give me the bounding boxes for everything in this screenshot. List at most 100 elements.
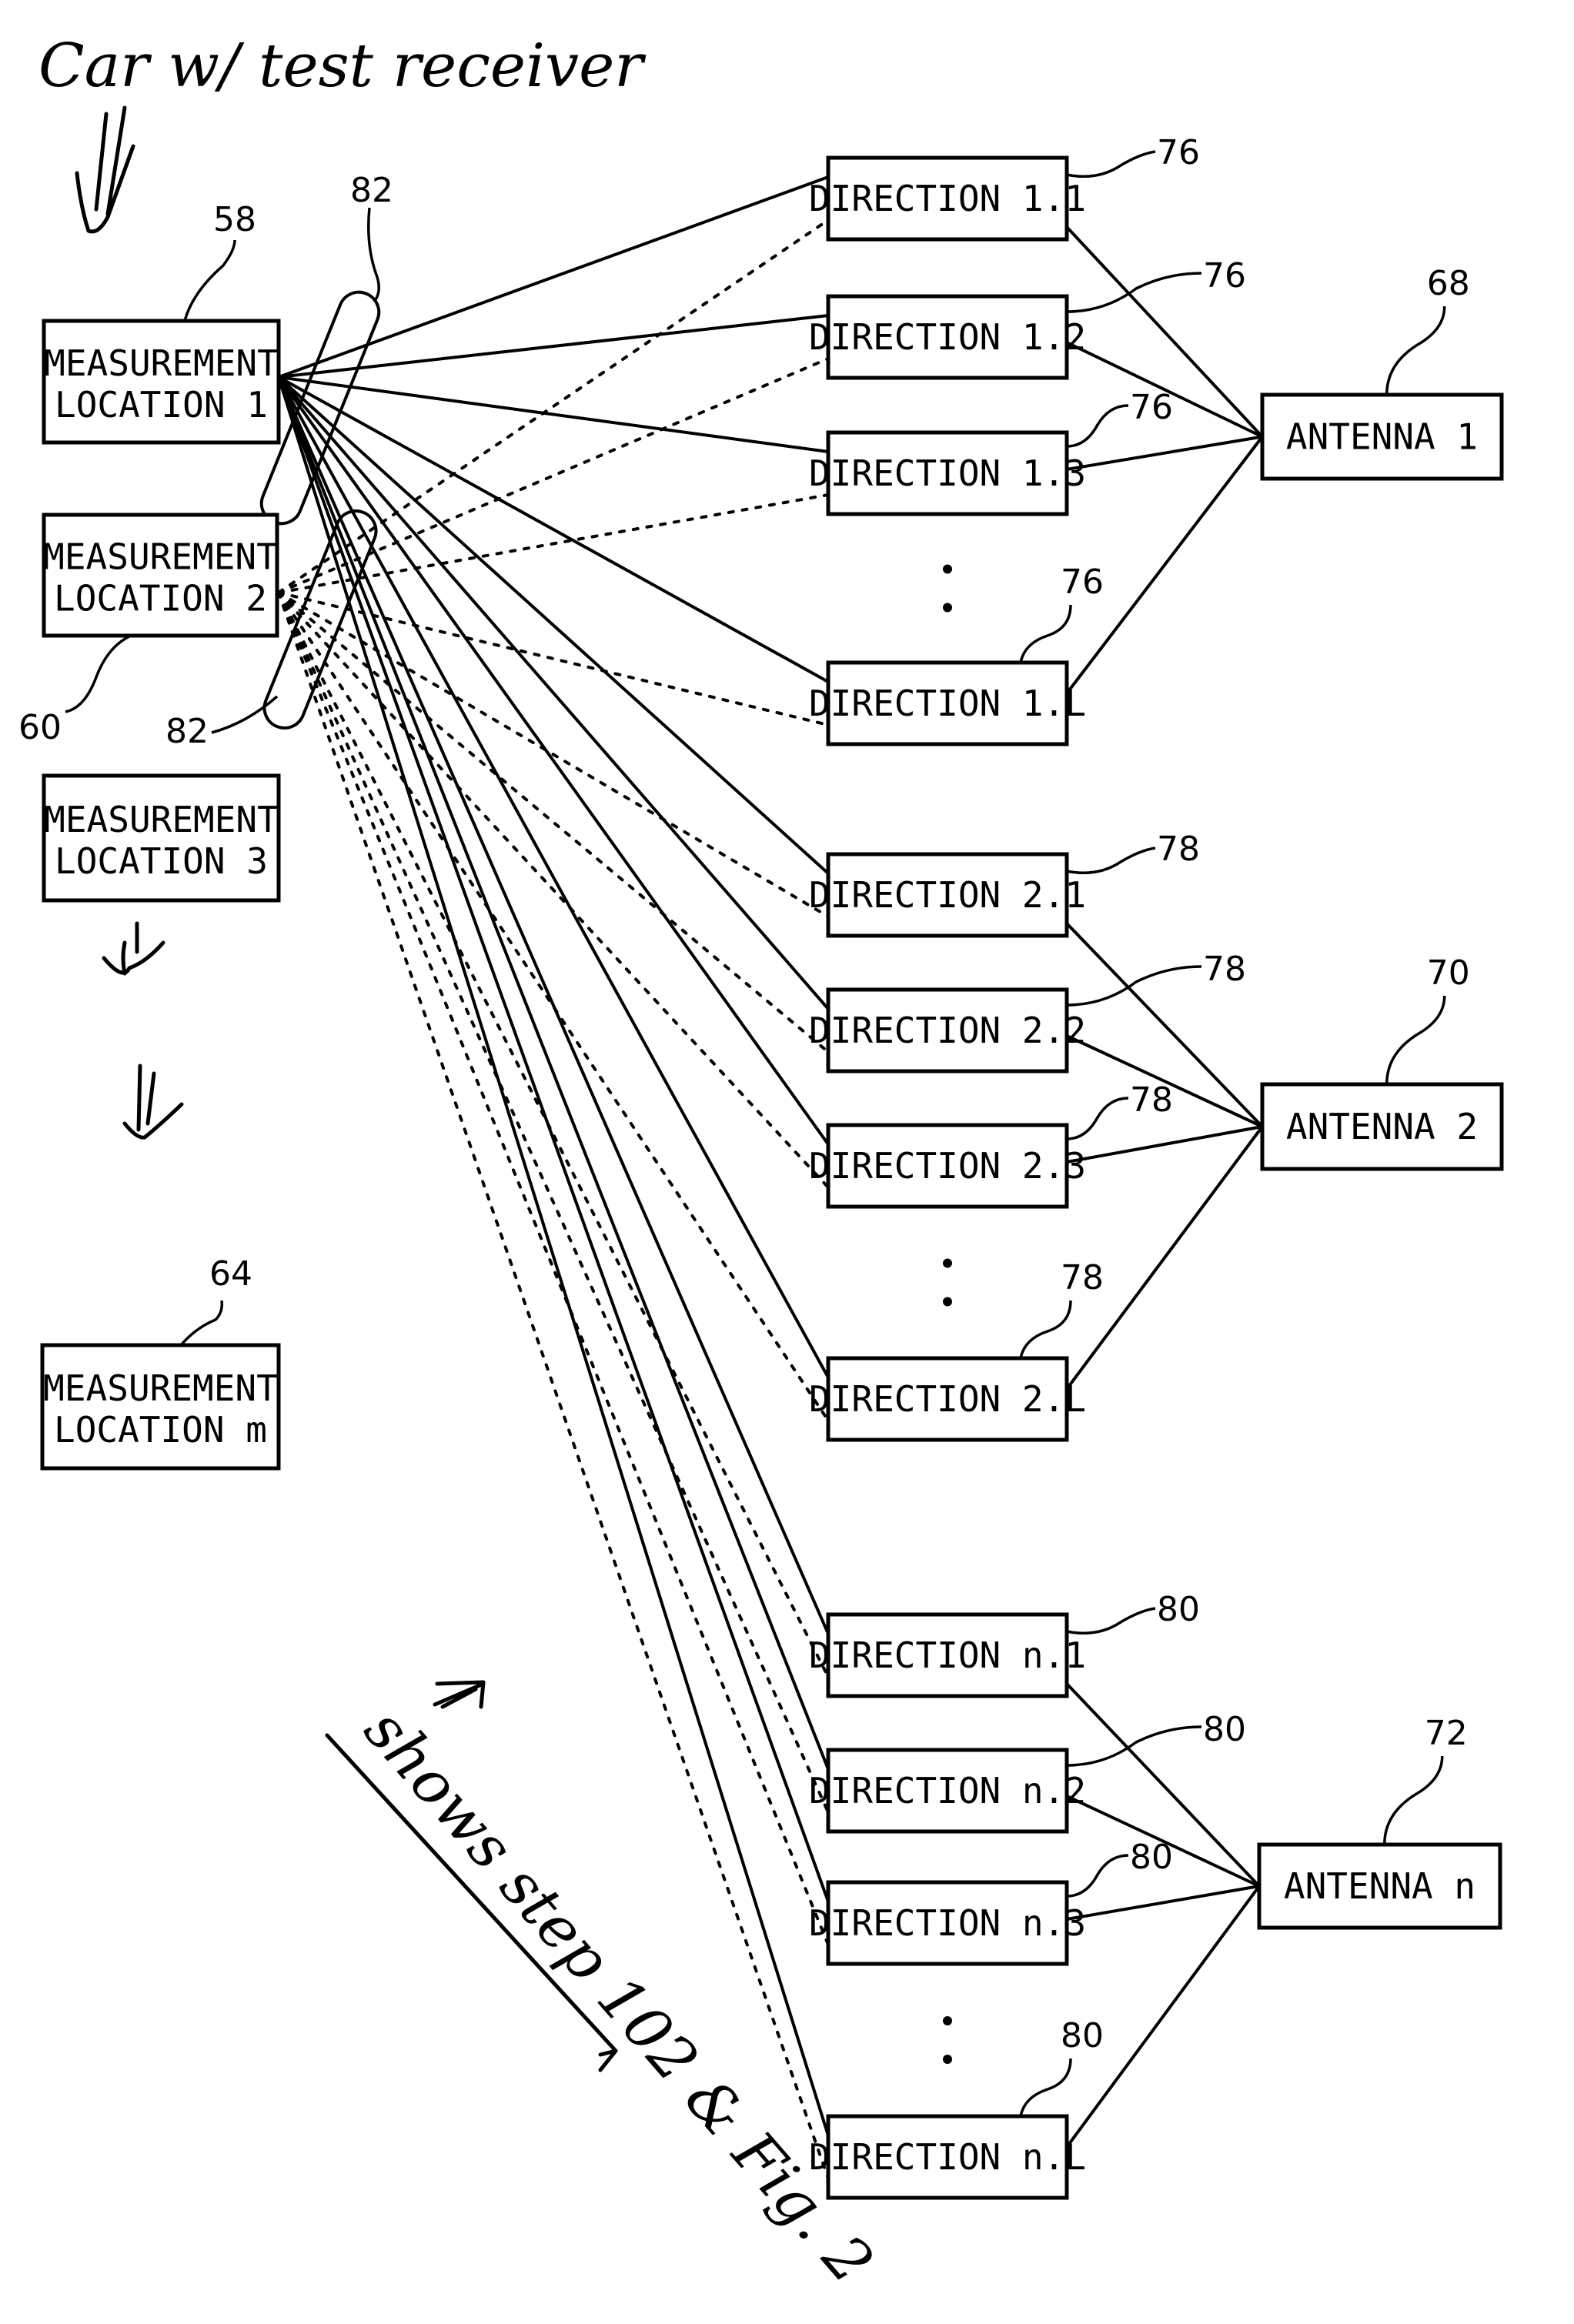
direction-to-antenna-line (1066, 435, 1263, 471)
down-arrow-icon (75, 105, 135, 234)
reference-numeral: 64 (209, 1254, 252, 1294)
reference-numeral: 80 (1203, 1710, 1246, 1749)
ellipsis-dot (943, 603, 952, 613)
antenna-group-1: DIRECTION 1.176DIRECTION 1.276DIRECTION … (809, 133, 1504, 746)
antenna-label: ANTENNA 2 (1286, 1106, 1478, 1147)
direction-label: DIRECTION n.L (809, 2136, 1086, 2178)
ellipsis-dot (943, 564, 952, 574)
reference-numeral: 60 (18, 708, 62, 747)
top-note: Car w/ test receiver (38, 32, 647, 101)
direction-label: DIRECTION 2.1 (809, 874, 1086, 916)
direction-to-antenna-line (1066, 1125, 1263, 1164)
dotted-link-loc2-to-direction (277, 493, 830, 594)
reference-numeral: 80 (1130, 1838, 1173, 1877)
dotted-link-loc2-to-direction (277, 591, 830, 1053)
location-label-line2: LOCATION 1 (55, 384, 268, 426)
location-label-line1: MEASUREMENT (43, 536, 278, 578)
direction-node: DIRECTION n.3 80 (809, 1838, 1173, 1966)
leader-line (1383, 1755, 1444, 1845)
leader-line (183, 239, 236, 322)
reference-numeral: 78 (1130, 1080, 1173, 1120)
reference-numeral: 72 (1425, 1714, 1468, 1753)
direction-label: DIRECTION n.2 (809, 1770, 1086, 1811)
ref-82-bottom: 82 (165, 712, 209, 751)
leader-line (1066, 272, 1202, 313)
leader-line (65, 634, 132, 713)
leader-line (211, 695, 279, 734)
leader-line (1066, 1725, 1202, 1767)
diagram-canvas: Car w/ test receiver shows step 102 & Fi… (18, 32, 1504, 2297)
reference-numeral: 80 (1061, 2016, 1104, 2055)
direction-node: DIRECTION n.1 80 (809, 1590, 1200, 1698)
direction-label: DIRECTION 2.L (809, 1378, 1086, 1420)
location-label-line2: LOCATION 3 (55, 840, 268, 882)
antenna-label: ANTENNA n (1284, 1865, 1475, 1907)
direction-node: DIRECTION 2.2 78 (809, 950, 1246, 1074)
reference-numeral: 76 (1130, 388, 1173, 427)
location-label-line2: LOCATION 2 (54, 578, 267, 619)
direction-label: DIRECTION 1.L (809, 683, 1086, 724)
leader-line (1066, 404, 1129, 448)
location-label-line1: MEASUREMENT (44, 799, 279, 840)
direction-node: DIRECTION n.L 80 (809, 2016, 1104, 2200)
location-label-line2: LOCATION m (54, 1409, 267, 1451)
dotted-link-loc2-to-direction (277, 591, 830, 1814)
reference-numeral: 76 (1203, 256, 1246, 296)
ref-82-top: 82 (350, 171, 393, 210)
reference-numeral: 80 (1157, 1590, 1200, 1629)
location-label-line1: MEASUREMENT (44, 342, 279, 384)
antenna-node: ANTENNA 1 68 (1260, 264, 1504, 481)
antenna-node: ANTENNA n 72 (1257, 1714, 1502, 1930)
leader-line (1019, 604, 1072, 663)
direction-label: DIRECTION 1.1 (809, 178, 1086, 219)
solid-link-loc1-to-direction (277, 376, 830, 1010)
antenna-group-2: DIRECTION 2.178DIRECTION 2.278DIRECTION … (809, 830, 1504, 1442)
direction-node: DIRECTION 1.L 76 (809, 563, 1104, 746)
dotted-link-loc2-to-direction (277, 357, 830, 594)
reference-numeral: 58 (213, 200, 256, 239)
direction-node: DIRECTION 2.3 78 (809, 1080, 1173, 1209)
antenna-node: ANTENNA 2 70 (1260, 953, 1504, 1171)
direction-node: DIRECTION 1.2 76 (809, 256, 1246, 380)
solid-link-loc1-to-direction (277, 376, 830, 1770)
leader-line (1385, 306, 1446, 396)
dotted-link-loc2-to-direction (277, 591, 830, 726)
leader-line (1019, 1300, 1072, 1359)
direction-node: DIRECTION n.2 80 (809, 1710, 1246, 1834)
down-arrow-icon (102, 921, 165, 976)
direction-label: DIRECTION 2.2 (809, 1010, 1086, 1051)
location-label-line1: MEASUREMENT (43, 1367, 278, 1409)
leader-line (1066, 1097, 1129, 1140)
solid-link-loc1-to-direction (278, 376, 829, 453)
reference-numeral: 78 (1157, 830, 1200, 869)
measurement-location-2: MEASUREMENTLOCATION 2 60 (18, 513, 279, 747)
leader-line (1066, 150, 1156, 178)
leader-line (1066, 965, 1202, 1007)
ellipsis-dot (943, 1297, 952, 1307)
ellipsis-dot (943, 1258, 952, 1268)
direction-node: DIRECTION 2.1 78 (809, 830, 1200, 938)
reference-numeral: 78 (1061, 1258, 1104, 1297)
measurement-location-3: MEASUREMENTLOCATION 3 (42, 773, 281, 903)
leader-line (1066, 846, 1156, 874)
up-arrow-icon (433, 1680, 486, 1709)
direction-node: DIRECTION 1.3 76 (809, 388, 1173, 516)
ellipsis-dot (943, 2016, 952, 2025)
direction-label: DIRECTION n.1 (809, 1634, 1086, 1676)
measurement-location-1: MEASUREMENTLOCATION 1 58 (42, 200, 281, 445)
direction-node: DIRECTION 2.L 78 (809, 1258, 1104, 1442)
leader-line (367, 207, 380, 303)
measurement-location-4: MEASUREMENTLOCATION m 64 (40, 1254, 281, 1471)
direction-label: DIRECTION n.3 (809, 1902, 1086, 1944)
leader-line (1019, 2058, 1072, 2117)
solid-link-loc1-to-direction (277, 376, 830, 1634)
ellipsis-dot (943, 2055, 952, 2064)
down-arrow-icon (122, 1063, 184, 1140)
solid-link-loc1-to-direction (277, 376, 830, 1146)
grouping-loops-82: 82 82 (165, 171, 393, 751)
reference-numeral: 76 (1157, 133, 1200, 172)
solid-link-loc1-to-direction (277, 376, 830, 1902)
reference-numeral: 70 (1427, 953, 1470, 993)
reference-numeral: 78 (1203, 950, 1246, 989)
leader-line (1066, 1854, 1129, 1898)
